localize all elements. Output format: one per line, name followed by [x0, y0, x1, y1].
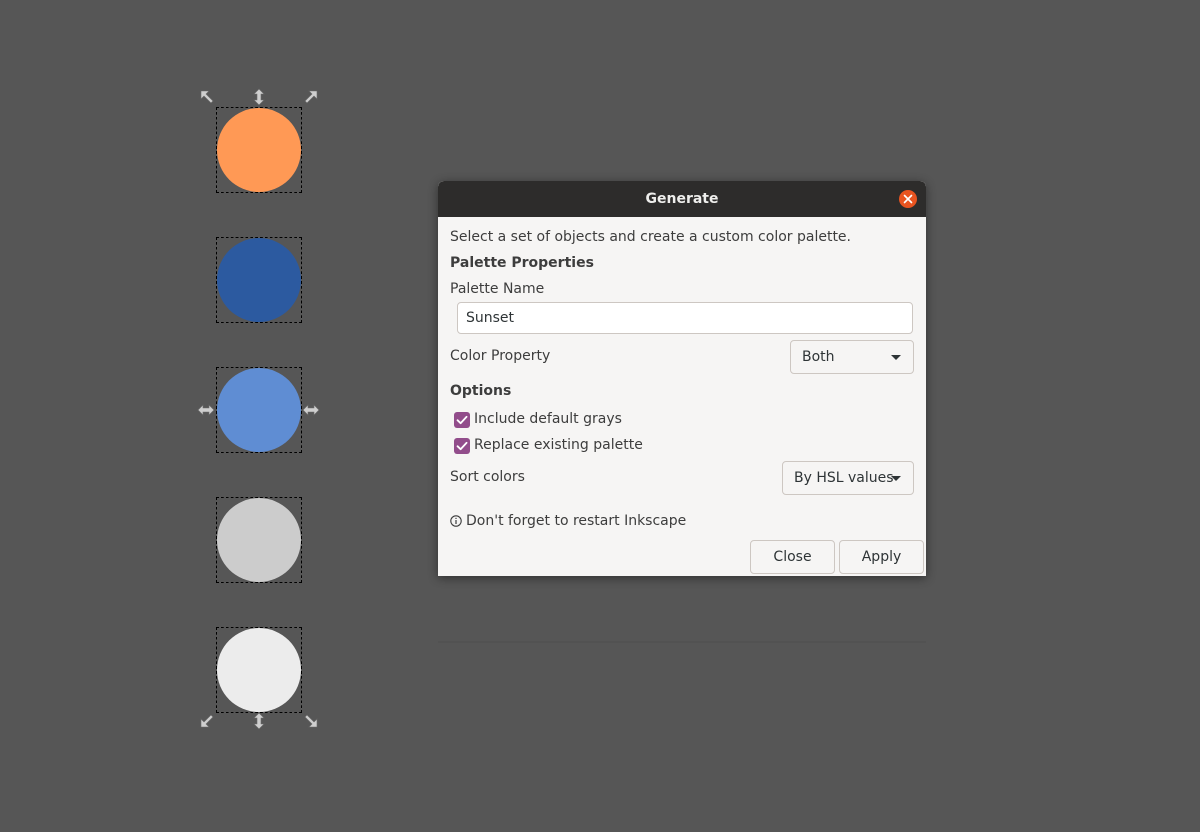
selection-bounding-box: [216, 237, 302, 323]
shadow-line: [438, 641, 926, 643]
restart-note: Don't forget to restart Inkscape: [466, 513, 687, 529]
selected-object-light-gray-circle[interactable]: [216, 627, 302, 713]
chevron-down-icon: [891, 355, 901, 360]
scale-handle-bottom-icon[interactable]: [250, 712, 268, 730]
scale-handle-top-icon[interactable]: [250, 88, 268, 106]
dialog-description: Select a set of objects and create a cus…: [450, 229, 851, 245]
palette-properties-heading: Palette Properties: [450, 255, 594, 271]
info-icon: [450, 515, 462, 527]
sort-colors-label: Sort colors: [450, 469, 525, 485]
selection-bounding-box: [216, 627, 302, 713]
color-property-label: Color Property: [450, 348, 551, 364]
options-heading: Options: [450, 383, 512, 399]
apply-button[interactable]: Apply: [839, 540, 924, 574]
scale-handle-bottom-left-icon[interactable]: [199, 711, 217, 729]
scale-handle-right-icon[interactable]: [302, 401, 320, 419]
close-button[interactable]: Close: [750, 540, 835, 574]
selected-object-light-blue-circle[interactable]: [216, 367, 302, 453]
replace-existing-palette-label[interactable]: Replace existing palette: [474, 437, 643, 453]
scale-handle-left-icon[interactable]: [197, 401, 215, 419]
generate-palette-dialog: Generate Select a set of objects and cre…: [438, 181, 926, 576]
close-icon: [903, 194, 913, 204]
selection-bounding-box: [216, 107, 302, 193]
scale-handle-top-left-icon[interactable]: [199, 89, 217, 107]
sort-colors-value: By HSL values: [794, 470, 894, 486]
selection-bounding-box: [216, 497, 302, 583]
scale-handle-bottom-right-icon[interactable]: [301, 711, 319, 729]
checkmark-icon: [456, 441, 468, 451]
color-property-value: Both: [802, 349, 835, 365]
selected-object-dark-blue-circle[interactable]: [216, 237, 302, 323]
palette-name-input[interactable]: [457, 302, 913, 334]
scale-handle-top-right-icon[interactable]: [301, 89, 319, 107]
color-property-dropdown[interactable]: Both: [790, 340, 914, 374]
palette-name-label: Palette Name: [450, 281, 545, 297]
include-default-grays-checkbox[interactable]: [454, 412, 470, 428]
dialog-titlebar[interactable]: Generate: [438, 181, 926, 217]
chevron-down-icon: [891, 476, 901, 481]
selected-object-gray-circle[interactable]: [216, 497, 302, 583]
selected-object-orange-circle[interactable]: [216, 107, 302, 193]
dialog-title: Generate: [645, 191, 719, 207]
sort-colors-dropdown[interactable]: By HSL values: [782, 461, 914, 495]
include-default-grays-label[interactable]: Include default grays: [474, 411, 622, 427]
window-close-button[interactable]: [899, 190, 917, 208]
checkmark-icon: [456, 415, 468, 425]
replace-existing-palette-checkbox[interactable]: [454, 438, 470, 454]
selection-bounding-box: [216, 367, 302, 453]
